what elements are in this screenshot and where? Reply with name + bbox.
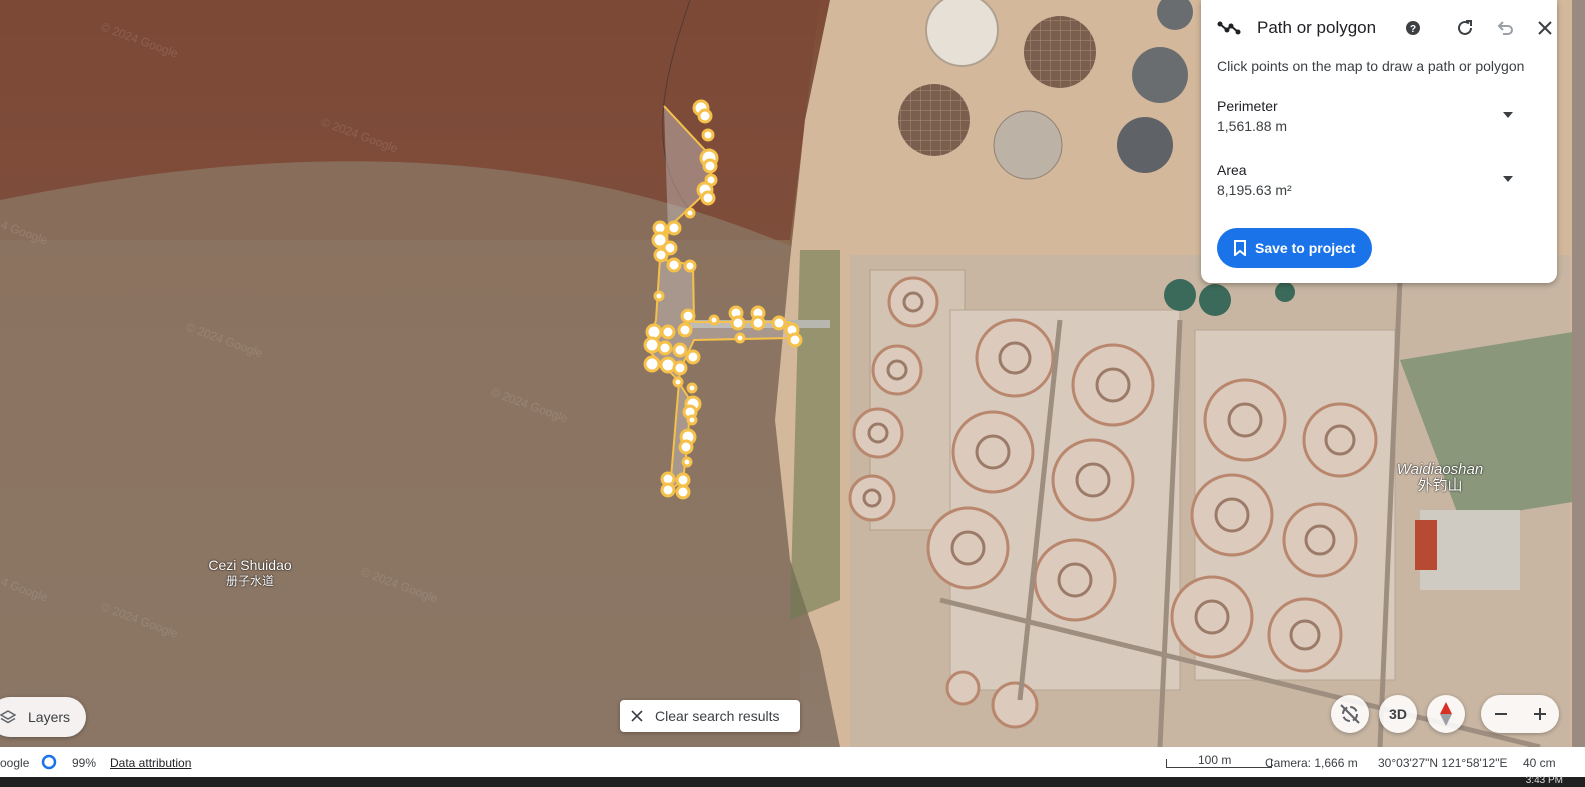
right-edge-strip [1572,0,1585,747]
load-percent: 99% [72,756,97,770]
path-icon [1217,16,1241,40]
area-label: Area [1217,162,1247,178]
zoom-out-button[interactable] [1481,695,1520,733]
bookmark-icon [1234,240,1246,256]
place-label-cezi-shuidao: Cezi Shuidao 册子水道 [208,557,292,588]
refresh-icon[interactable] [1453,16,1477,40]
panel-title: Path or polygon [1257,18,1377,37]
google-brand: oogle [0,756,30,770]
area-value: 8,195.63 m² [1217,182,1292,198]
compass-icon [1440,702,1452,726]
measure-panel: Path or polygon ? Click points on the ma… [1201,0,1557,283]
coordinates: 30°03'27"N 121°58'12"E [1378,756,1508,770]
perimeter-value: 1,561.88 m [1217,118,1288,134]
perimeter-dropdown-icon[interactable] [1503,112,1513,118]
area-dropdown-icon[interactable] [1503,176,1513,182]
zoom-controls [1481,695,1559,733]
resolution: 40 cm [1523,756,1556,770]
clock: 3:43 PM [1525,775,1563,786]
undo-icon[interactable] [1493,16,1517,40]
plus-icon [1533,708,1546,720]
panel-header: Path or polygon ? [1217,14,1552,42]
close-icon[interactable] [1533,16,1557,40]
panel-hint: Click points on the map to draw a path o… [1217,58,1525,74]
scale-label: 100 m [1198,753,1232,767]
svg-text:?: ? [1410,24,1416,35]
zoom-in-button[interactable] [1520,695,1559,733]
loading-ring-icon [41,754,57,770]
clear-search-results-button[interactable]: Clear search results [620,700,800,732]
perimeter-row[interactable]: Perimeter 1,561.88 m [1217,98,1541,142]
layers-icon [0,710,16,724]
camera-altitude: Camera: 1,666 m [1265,756,1358,770]
minus-icon [1494,713,1507,715]
layers-button[interactable]: Layers [0,697,86,737]
status-bar: oogle 99% Data attribution 100 m Camera:… [0,747,1585,777]
rotate-off-icon [1340,704,1360,724]
close-icon [631,710,643,722]
save-to-project-button[interactable]: Save to project [1217,228,1372,268]
help-icon[interactable]: ? [1401,16,1425,40]
rotate-reset-button[interactable] [1331,695,1369,733]
data-attribution-link[interactable]: Data attribution [110,756,191,770]
place-label-waidiaoshan: Waidiaoshan 外钓山 [1396,461,1484,494]
3d-toggle-button[interactable]: 3D [1379,695,1417,733]
area-row[interactable]: Area 8,195.63 m² [1217,162,1541,206]
perimeter-label: Perimeter [1217,98,1278,114]
compass-button[interactable] [1427,695,1465,733]
os-taskbar: 3:43 PM [0,775,1585,787]
